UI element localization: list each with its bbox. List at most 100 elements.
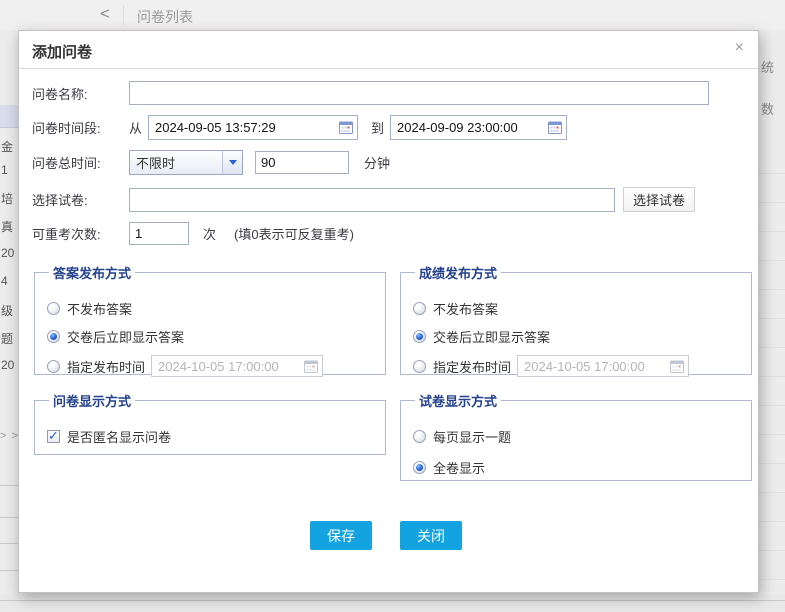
background-table-right-edge: 统 数 [759, 30, 785, 596]
row-retake-count: 可重考次数: 次 (填0表示可反复重考) [32, 222, 758, 245]
radio-label: 指定发布时间 [433, 357, 511, 376]
page-bottom-band [0, 595, 785, 612]
table-cell-fragment: 培 [1, 190, 13, 207]
radio-label: 指定发布时间 [67, 357, 145, 376]
select-paper-button[interactable]: 选择试卷 [623, 187, 695, 212]
checkbox-label: 是否匿名显示问卷 [67, 427, 171, 446]
paper-display-legend: 试卷显示方式 [415, 391, 501, 410]
duration-select-value: 不限时 [136, 153, 175, 172]
retake-count-label: 可重考次数: [32, 224, 129, 243]
survey-name-input[interactable] [129, 81, 709, 105]
close-button[interactable]: 关闭 [400, 521, 462, 550]
table-rows-fragment [759, 145, 785, 585]
radio-icon [47, 360, 60, 373]
table-cell-fragment: 1 [1, 163, 8, 177]
page-title: 问卷列表 [137, 7, 193, 27]
radio-label: 交卷后立即显示答案 [67, 327, 184, 346]
radio-icon [47, 330, 60, 343]
table-cell-fragment: 金 [1, 138, 13, 155]
radio-icon [413, 430, 426, 443]
radio-icon [413, 302, 426, 315]
score-publish-fieldset: 成绩发布方式 不发布答案 交卷后立即显示答案 指定发布时间 [400, 263, 752, 375]
retake-hint: (填0表示可反复重考) [234, 224, 354, 243]
to-label: 到 [371, 118, 384, 137]
survey-display-legend: 问卷显示方式 [49, 391, 135, 410]
table-cell-fragment: 数 [761, 99, 774, 118]
close-icon[interactable]: × [735, 39, 744, 57]
survey-name-label: 问卷名称: [32, 84, 129, 103]
survey-period-label: 问卷时间段: [32, 118, 129, 137]
table-cell-fragment: 真 [1, 218, 13, 235]
background-table-left-edge: 金 1 培 真 20 4 级 题 20 > > [0, 30, 18, 596]
radio-icon [413, 461, 426, 474]
display-fieldsets-row: 问卷显示方式 是否匿名显示问卷 试卷显示方式 每页显示一题 全卷显示 [34, 391, 758, 481]
add-survey-dialog: 添加问卷 × 问卷名称: 问卷时间段: 从 [18, 30, 759, 593]
retake-unit-label: 次 [203, 224, 216, 243]
table-cell-fragment: 统 [761, 57, 774, 76]
score-option-no-publish[interactable]: 不发布答案 [413, 299, 741, 318]
row-divider [0, 543, 18, 544]
table-cell-fragment: 4 [1, 274, 8, 288]
back-chevron-icon[interactable]: < [100, 4, 110, 24]
row-divider [0, 570, 18, 571]
from-label: 从 [129, 118, 142, 137]
end-datetime-input[interactable] [397, 120, 548, 135]
total-time-label: 问卷总时间: [32, 153, 129, 172]
answer-option-show-after-submit[interactable]: 交卷后立即显示答案 [47, 327, 375, 346]
start-datetime-input[interactable] [155, 120, 339, 135]
calendar-icon [304, 360, 318, 373]
row-survey-period: 问卷时间段: 从 到 [32, 115, 758, 140]
publish-fieldsets-row: 答案发布方式 不发布答案 交卷后立即显示答案 指定发布时间 [34, 263, 758, 375]
radio-label: 交卷后立即显示答案 [433, 327, 550, 346]
row-divider [0, 485, 18, 486]
dialog-buttons-row: 保存 关闭 [32, 521, 758, 550]
answer-option-scheduled[interactable]: 指定发布时间 [47, 355, 375, 377]
table-cell-fragment: 级 [1, 302, 13, 319]
minutes-input[interactable] [255, 151, 349, 174]
paper-display-fieldset: 试卷显示方式 每页显示一题 全卷显示 [400, 391, 752, 481]
pager-fragment: > > [0, 430, 18, 442]
radio-icon [413, 360, 426, 373]
duration-select[interactable]: 不限时 [129, 150, 243, 175]
row-total-time: 问卷总时间: 不限时 分钟 [32, 150, 758, 175]
score-option-show-after-submit[interactable]: 交卷后立即显示答案 [413, 327, 741, 346]
page-topbar: < 问卷列表 [0, 0, 785, 30]
retake-count-input[interactable] [129, 222, 189, 245]
table-cell-fragment: 20 [1, 246, 14, 260]
screen: < 问卷列表 金 1 培 真 20 4 级 题 20 > > 统 数 添加问卷 … [0, 0, 785, 612]
table-header-fragment [0, 105, 18, 128]
answer-publish-datetime-input [158, 359, 304, 374]
checkbox-icon [47, 430, 60, 443]
dialog-body: 问卷名称: 问卷时间段: 从 到 [19, 69, 758, 550]
radio-label: 每页显示一题 [433, 427, 511, 446]
topbar-divider [123, 5, 124, 25]
row-select-paper: 选择试卷: 选择试卷 [32, 187, 758, 212]
radio-icon [47, 302, 60, 315]
survey-display-fieldset: 问卷显示方式 是否匿名显示问卷 [34, 391, 386, 455]
score-publish-datetime-input [524, 359, 670, 374]
answer-publish-legend: 答案发布方式 [49, 263, 135, 282]
paper-option-full-paper[interactable]: 全卷显示 [413, 458, 741, 477]
answer-publish-fieldset: 答案发布方式 不发布答案 交卷后立即显示答案 指定发布时间 [34, 263, 386, 375]
save-button[interactable]: 保存 [310, 521, 372, 550]
paper-option-one-question-per-page[interactable]: 每页显示一题 [413, 427, 741, 446]
row-divider [0, 517, 18, 518]
dialog-header: 添加问卷 × [19, 31, 758, 69]
calendar-icon[interactable] [548, 121, 562, 134]
start-datetime-field[interactable] [148, 115, 358, 140]
score-publish-legend: 成绩发布方式 [415, 263, 501, 282]
paper-name-input[interactable] [129, 188, 615, 212]
anonymous-display-option[interactable]: 是否匿名显示问卷 [47, 427, 375, 446]
score-option-scheduled[interactable]: 指定发布时间 [413, 355, 741, 377]
radio-icon [413, 330, 426, 343]
select-paper-label: 选择试卷: [32, 190, 129, 209]
table-cell-fragment: 20 [1, 358, 14, 372]
dialog-title: 添加问卷 [32, 41, 92, 62]
table-cell-fragment: 题 [1, 330, 13, 347]
end-datetime-field[interactable] [390, 115, 567, 140]
calendar-icon[interactable] [339, 121, 353, 134]
answer-option-no-publish[interactable]: 不发布答案 [47, 299, 375, 318]
row-survey-name: 问卷名称: [32, 81, 758, 105]
answer-publish-datetime-field [151, 355, 323, 377]
radio-label: 全卷显示 [433, 458, 485, 477]
